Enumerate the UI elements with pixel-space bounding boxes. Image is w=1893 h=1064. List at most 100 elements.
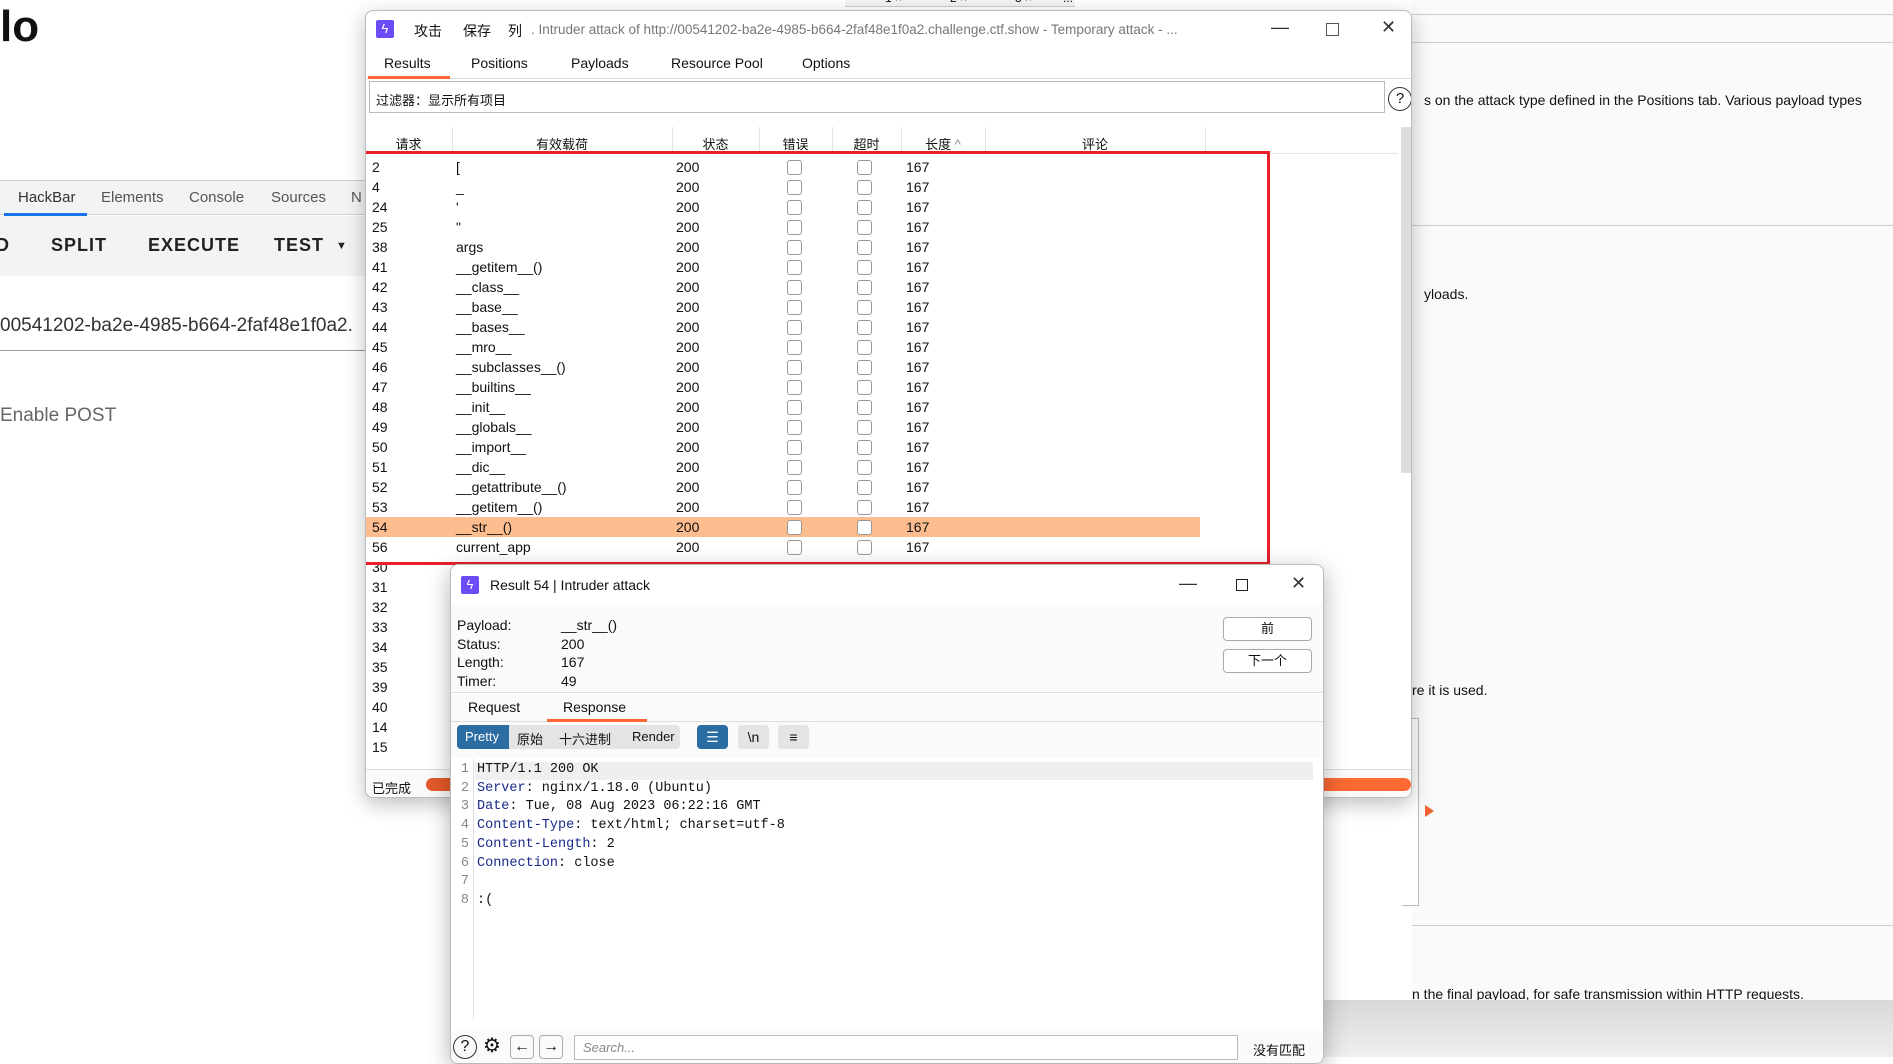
wrap-icon[interactable]: ☰ <box>697 725 728 749</box>
url-input[interactable]: 00541202-ba2e-4985-b664-2faf48e1f0a2. <box>0 315 365 351</box>
payload-cell: ' <box>456 199 459 215</box>
view-render[interactable]: Render <box>632 729 675 744</box>
caret-down-icon[interactable]: ▼ <box>336 240 348 252</box>
table-row[interactable]: 52 __getattribute__() 200 167 <box>366 477 1200 497</box>
hackbar-toolbar: D SPLIT EXECUTE TEST ▼ <box>0 216 365 276</box>
table-row[interactable]: 25 " 200 167 <box>366 217 1200 237</box>
table-row[interactable]: 38 args 200 167 <box>366 237 1200 257</box>
error-checkbox <box>787 160 802 175</box>
request-number: 50 <box>372 439 388 455</box>
tab-elements[interactable]: Elements <box>101 189 164 206</box>
table-row[interactable]: 2 [200 167 <box>366 157 1200 177</box>
menu-columns[interactable]: 列 <box>508 21 522 41</box>
menu-icon[interactable]: ≡ <box>778 725 809 749</box>
table-row[interactable]: 44 __bases__ 200 167 <box>366 317 1200 337</box>
col-payload[interactable]: 有效载荷 <box>452 134 672 153</box>
length-value: 167 <box>561 654 585 670</box>
bg-tab[interactable]: 3 × <box>1015 0 1032 5</box>
tab-payloads[interactable]: Payloads <box>571 55 629 71</box>
tab-sources[interactable]: Sources <box>271 189 326 206</box>
next-button[interactable]: 下一个 <box>1223 649 1312 673</box>
table-row[interactable]: 42 __class__ 200 167 <box>366 277 1200 297</box>
dialog-title-bar: ϟ Result 54 | Intruder attack — ✕ <box>451 565 1323 605</box>
table-row[interactable]: 49 __globals__ 200 167 <box>366 417 1200 437</box>
tab-positions[interactable]: Positions <box>471 55 528 71</box>
previous-button[interactable]: 前 <box>1223 617 1312 641</box>
status-cell: 200 <box>676 439 700 455</box>
view-raw[interactable]: 原始 <box>517 729 543 748</box>
table-row[interactable]: 41 __getitem__() 200 167 <box>366 257 1200 277</box>
tab-response[interactable]: Response <box>563 699 626 715</box>
tab-options[interactable]: Options <box>802 55 850 71</box>
payload-cell: __import__ <box>456 439 527 455</box>
col-length[interactable]: 长度 ^ <box>901 134 985 153</box>
arrow-right-icon[interactable]: → <box>539 1035 563 1059</box>
payload-cell: __str__() <box>456 519 513 535</box>
search-input[interactable]: Search... <box>574 1035 1238 1060</box>
request-number: 35 <box>372 659 388 675</box>
bg-tab[interactable]: 1 × <box>885 0 902 5</box>
tab-results[interactable]: Results <box>384 55 431 71</box>
view-pretty[interactable]: Pretty <box>457 725 509 749</box>
window-title: . Intruder attack of http://00541202-ba2… <box>531 22 1178 37</box>
timeout-checkbox <box>857 520 872 535</box>
col-error[interactable]: 错误 <box>759 134 832 153</box>
table-row[interactable]: 4 _ 200 167 <box>366 177 1200 197</box>
table-row[interactable]: 51 __dic__ 200 167 <box>366 457 1200 477</box>
table-row[interactable]: 24 ' 200 167 <box>366 197 1200 217</box>
vertical-scrollbar[interactable] <box>1401 127 1411 473</box>
table-row[interactable]: 56 current_app 200 167 <box>366 537 1200 557</box>
gear-icon[interactable]: ⚙ <box>480 1035 504 1059</box>
table-row[interactable]: 48 __init__ 200 167 <box>366 397 1200 417</box>
enable-post-checkbox-label[interactable]: Enable POST <box>0 405 116 427</box>
status-cell: 200 <box>676 339 700 355</box>
timeout-checkbox <box>857 160 872 175</box>
close-icon[interactable]: ✕ <box>1381 17 1396 38</box>
minimize-icon[interactable]: — <box>1179 573 1197 594</box>
help-icon[interactable]: ? <box>453 1035 477 1059</box>
maximize-icon[interactable] <box>1236 579 1248 591</box>
request-number: 49 <box>372 419 388 435</box>
col-status[interactable]: 状态 <box>672 134 759 153</box>
tab-hackbar[interactable]: HackBar <box>18 189 76 206</box>
table-row[interactable]: 46 __subclasses__() 200 167 <box>366 357 1200 377</box>
table-row[interactable]: 53 __getitem__() 200 167 <box>366 497 1200 517</box>
menu-save[interactable]: 保存 <box>463 21 491 41</box>
tab-console[interactable]: Console <box>189 189 244 206</box>
tab-request[interactable]: Request <box>468 699 520 715</box>
length-cell: 167 <box>906 519 930 535</box>
timeout-checkbox <box>857 220 872 235</box>
table-row[interactable]: 47 __builtins__ 200 167 <box>366 377 1200 397</box>
response-editor[interactable]: 1 HTTP/1.1 200 OK 2 Server: nginx/1.18.0 (U… <box>451 759 1323 1019</box>
help-icon[interactable]: ? <box>1388 87 1411 111</box>
result-info: Payload: __str__() Status: 200 Length: 1… <box>451 605 1323 693</box>
table-row[interactable]: 50 __import__ 200 167 <box>366 437 1200 457</box>
load-button[interactable]: D <box>0 235 10 256</box>
newline-toggle[interactable]: \n <box>738 725 769 749</box>
arrow-left-icon[interactable]: ← <box>510 1035 534 1059</box>
minimize-icon[interactable]: — <box>1271 17 1289 38</box>
table-row[interactable]: 45 __mro__ 200 167 <box>366 337 1200 357</box>
error-checkbox <box>787 320 802 335</box>
bg-tab[interactable]: ... <box>1063 0 1073 5</box>
test-button[interactable]: TEST <box>274 235 324 256</box>
play-icon[interactable] <box>1425 805 1434 817</box>
table-row[interactable]: 54 __str__() 200 167 <box>366 517 1200 537</box>
line-text: Connection: close <box>477 856 615 871</box>
status-cell: 200 <box>676 319 700 335</box>
view-hex[interactable]: 十六进制 <box>559 729 611 748</box>
menu-attack[interactable]: 攻击 <box>414 21 442 41</box>
col-request[interactable]: 请求 <box>376 134 441 153</box>
bg-tab[interactable]: 2 × <box>950 0 967 5</box>
col-comment[interactable]: 评论 <box>985 134 1205 153</box>
maximize-icon[interactable] <box>1326 23 1339 36</box>
col-timeout[interactable]: 超时 <box>832 134 901 153</box>
tab-resource-pool[interactable]: Resource Pool <box>671 55 763 71</box>
table-row[interactable]: 43 __base__ 200 167 <box>366 297 1200 317</box>
split-button[interactable]: SPLIT <box>51 235 107 256</box>
error-checkbox <box>787 220 802 235</box>
close-icon[interactable]: ✕ <box>1291 573 1306 594</box>
tab-network[interactable]: N <box>351 189 362 206</box>
filter-bar[interactable]: 过滤器：显示所有项目 <box>369 81 1385 113</box>
execute-button[interactable]: EXECUTE <box>148 235 240 256</box>
